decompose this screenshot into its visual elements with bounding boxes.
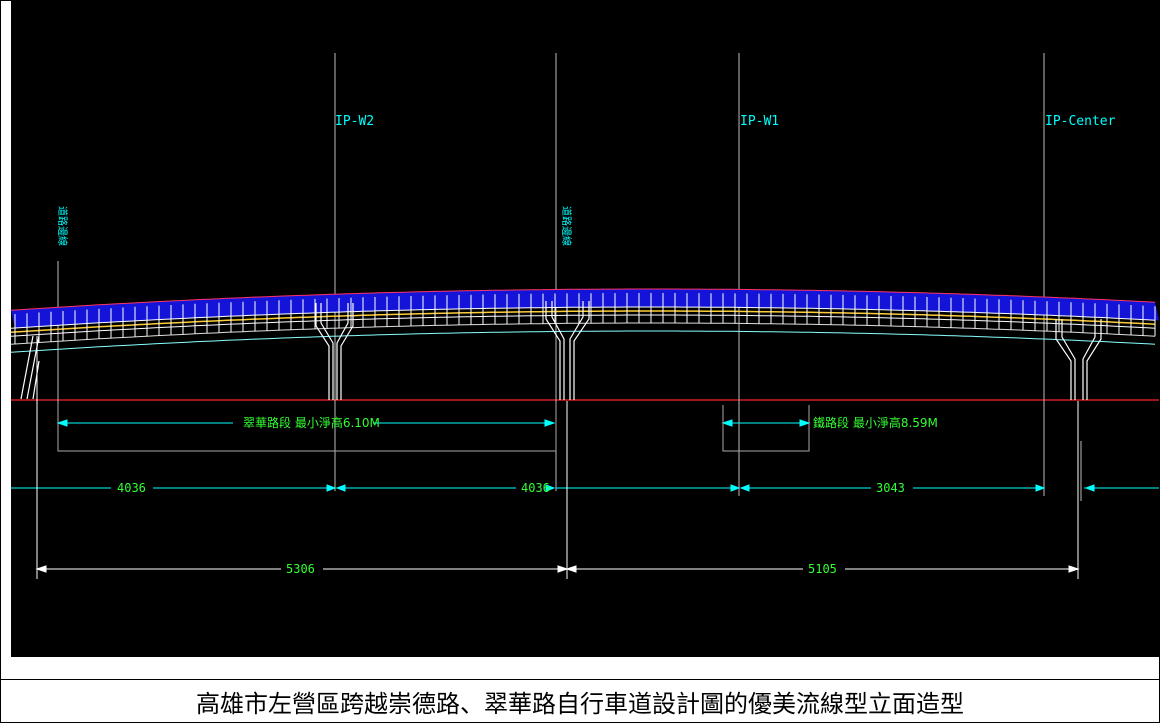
cad-drawing: IP-W2 IP-W1 IP-Center 道路邊線 道路邊線 翠華路段 最小淨…: [11, 1, 1159, 657]
mid-vertical-label: 道路邊線: [560, 206, 573, 246]
dim-row1-c: 3043: [876, 481, 905, 495]
clearance-right-label: 鐵路段 最小淨高8.59M: [813, 415, 938, 430]
ip-w1-label: IP-W1: [740, 114, 779, 129]
dim-row2-b: 5105: [808, 562, 837, 576]
elevation-drawing-svg: IP-W2 IP-W1 IP-Center 道路邊線 道路邊線 翠華路段 最小淨…: [11, 53, 1159, 579]
dim-row2-a: 5306: [286, 562, 315, 576]
left-vertical-label: 道路邊線: [56, 206, 69, 246]
ip-w2-label: IP-W2: [335, 114, 374, 129]
pier-right: [1055, 319, 1102, 400]
abutment-left: [20, 335, 40, 400]
dim-row1-b: 4036: [521, 481, 550, 495]
dimension-row-1: [11, 441, 1159, 501]
clearance-left-label: 翠華路段 最小淨高6.10M: [243, 415, 380, 430]
figure-caption: 高雄市左營區跨越崇德路、翠華路自行車道設計圖的優美流線型立面造型: [196, 690, 964, 718]
page-frame: IP-W2 IP-W1 IP-Center 道路邊線 道路邊線 翠華路段 最小淨…: [0, 0, 1160, 723]
dim-row1-a: 4036: [117, 481, 146, 495]
ip-center-label: IP-Center: [1045, 114, 1116, 129]
caption-row: 高雄市左營區跨越崇德路、翠華路自行車道設計圖的優美流線型立面造型: [1, 679, 1159, 724]
dimension-row-2: [35, 336, 1080, 579]
clearance-dim-right: [721, 405, 811, 452]
